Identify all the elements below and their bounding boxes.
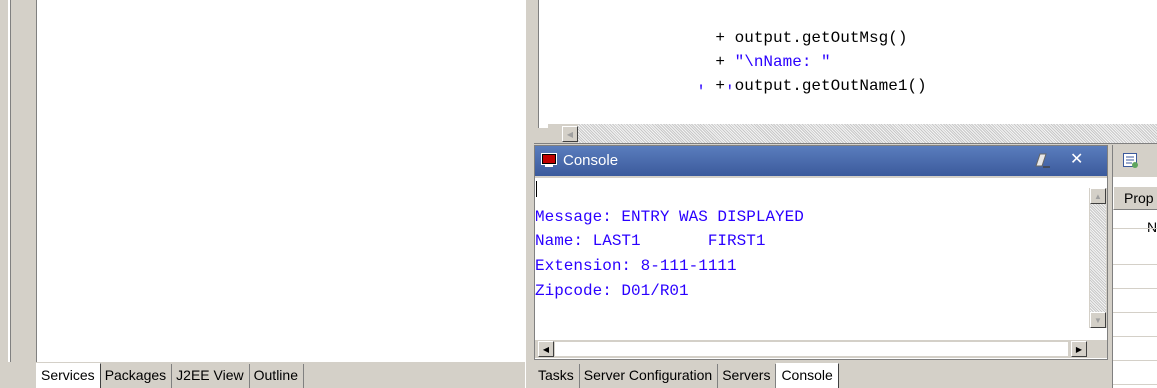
editor-scroll-track[interactable] bbox=[578, 124, 1157, 144]
tab-console[interactable]: Console bbox=[776, 363, 839, 388]
properties-row bbox=[1113, 317, 1157, 337]
console-line: Extension: 8-111-1111 bbox=[535, 257, 737, 275]
scroll-left-arrow-icon[interactable]: ◀ bbox=[562, 126, 578, 142]
console-vertical-scrollbar[interactable]: ▲ ▼ bbox=[1089, 188, 1107, 328]
text-cursor bbox=[536, 181, 537, 197]
scroll-left-arrow-icon[interactable]: ◀ bbox=[538, 341, 554, 357]
tab-server-configuration[interactable]: Server Configuration bbox=[580, 364, 719, 388]
console-vscroll-track[interactable] bbox=[1090, 204, 1106, 312]
close-icon[interactable]: ✕ bbox=[1070, 151, 1083, 169]
left-edge-divider bbox=[8, 0, 11, 362]
console-output[interactable]: Message: ENTRY WAS DISPLAYED Name: LAST1… bbox=[535, 178, 1107, 359]
properties-row bbox=[1113, 245, 1157, 265]
properties-row bbox=[1113, 293, 1157, 313]
code-editor[interactable]: ' ' + output.getOutMsg() + "\nName: " + … bbox=[538, 0, 1157, 128]
properties-row bbox=[1113, 365, 1157, 385]
left-panel-tabbar: Services Packages J2EE View Outline bbox=[36, 362, 525, 388]
console-title: Console bbox=[563, 152, 619, 169]
properties-row bbox=[1113, 209, 1157, 229]
console-line: Zipcode: D01/R01 bbox=[535, 282, 689, 300]
properties-row bbox=[1113, 269, 1157, 289]
editor-bottom-border bbox=[534, 143, 1157, 144]
services-view bbox=[36, 0, 526, 362]
console-view: Console ✕ Message: ENTRY WAS DISPLAYED N… bbox=[534, 145, 1108, 360]
properties-title-bar[interactable] bbox=[1113, 145, 1157, 177]
scroll-down-arrow-icon[interactable]: ▼ bbox=[1090, 312, 1106, 328]
tab-servers[interactable]: Servers bbox=[718, 364, 777, 388]
console-monitor-icon bbox=[541, 153, 557, 167]
properties-header-label: Prop bbox=[1124, 190, 1154, 206]
console-title-bar[interactable]: Console ✕ bbox=[535, 146, 1107, 176]
properties-icon bbox=[1123, 153, 1139, 169]
tab-services[interactable]: Services bbox=[36, 363, 101, 388]
tab-tasks[interactable]: Tasks bbox=[534, 364, 580, 388]
scroll-up-arrow-icon[interactable]: ▲ bbox=[1090, 188, 1106, 204]
eraser-icon[interactable] bbox=[1033, 153, 1051, 169]
console-horizontal-scrollbar[interactable]: ◀ ▶ bbox=[535, 340, 1107, 358]
code-line: ' ' bbox=[677, 83, 735, 101]
bottom-panel-tabbar: Tasks Server Configuration Servers Conso… bbox=[534, 362, 1110, 388]
properties-view: Prop N bbox=[1112, 145, 1157, 388]
left-edge-strip bbox=[0, 0, 37, 388]
code-text: output.getOutName1() bbox=[734, 77, 927, 95]
tab-packages[interactable]: Packages bbox=[101, 364, 173, 388]
console-line: Name: LAST1 FIRST1 bbox=[535, 232, 766, 250]
properties-row bbox=[1113, 341, 1157, 361]
tab-outline[interactable]: Outline bbox=[250, 364, 304, 388]
code-line: ' ' bbox=[677, 0, 745, 9]
editor-horizontal-scrollbar[interactable]: ◀ bbox=[548, 124, 1157, 144]
right-sash[interactable] bbox=[1108, 145, 1112, 388]
console-line: Message: ENTRY WAS DISPLAYED bbox=[535, 208, 804, 226]
properties-header[interactable]: Prop bbox=[1113, 187, 1157, 210]
console-hscroll-thumb[interactable] bbox=[554, 341, 1069, 357]
scroll-right-arrow-icon[interactable]: ▶ bbox=[1071, 341, 1087, 357]
tab-j2ee-view[interactable]: J2EE View bbox=[172, 364, 250, 388]
